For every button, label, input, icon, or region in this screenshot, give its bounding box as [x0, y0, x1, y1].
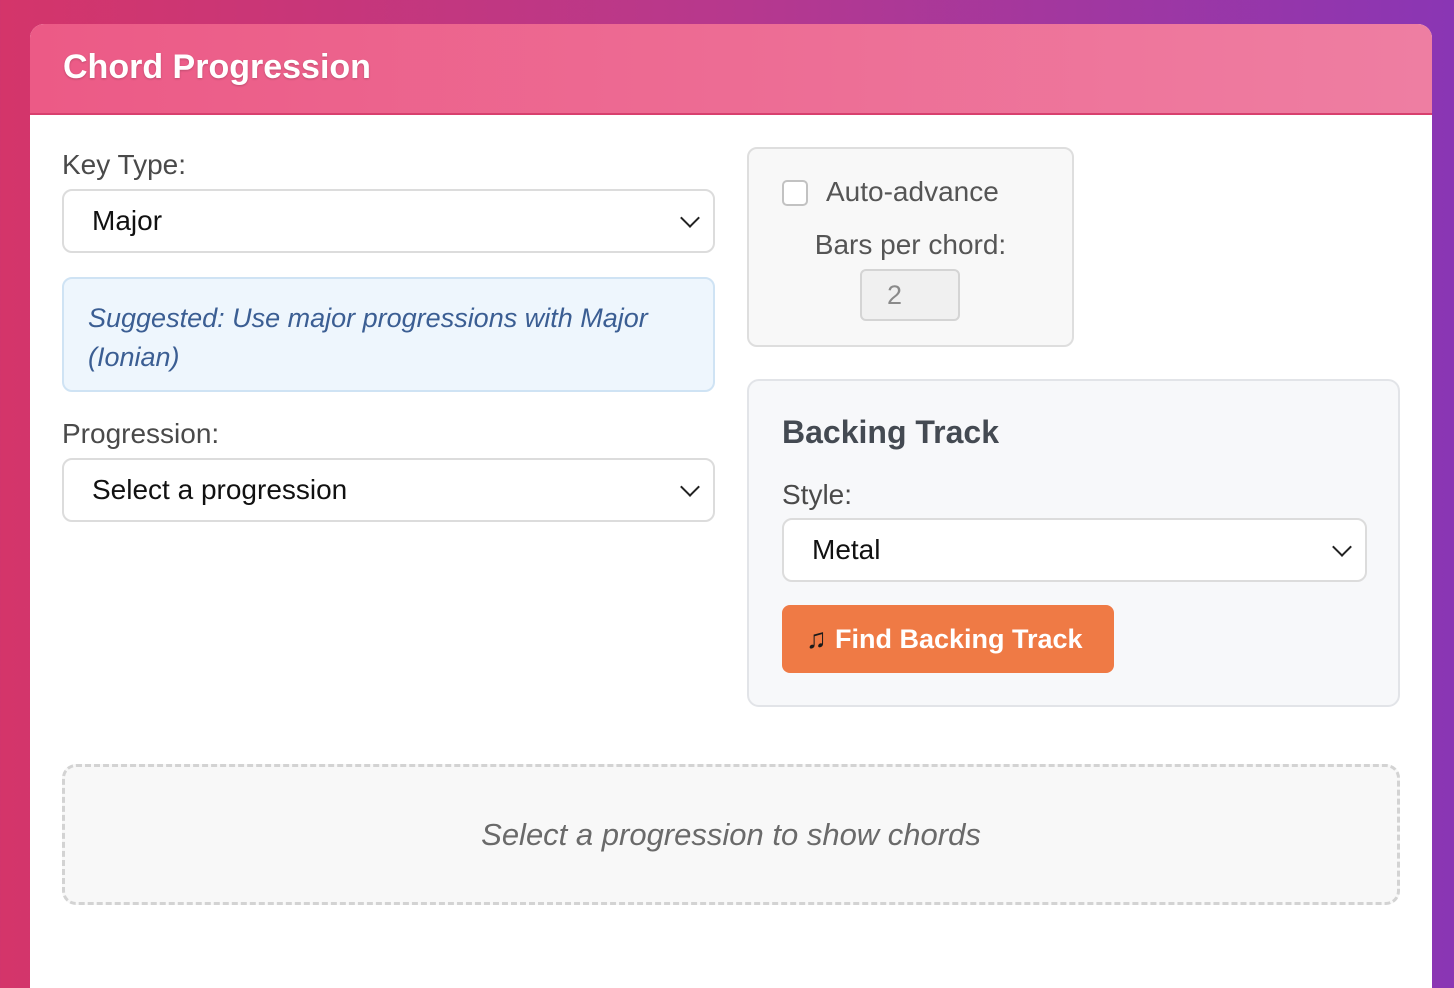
find-backing-track-button[interactable]: ♫ Find Backing Track: [782, 605, 1114, 673]
style-value: Metal: [812, 534, 881, 565]
chords-placeholder: Select a progression to show chords: [481, 816, 981, 852]
key-type-value: Major: [92, 205, 163, 236]
key-type-select[interactable]: Major: [62, 189, 715, 253]
style-label: Style:: [782, 479, 853, 510]
bars-per-chord-label: Bars per chord:: [814, 229, 1007, 260]
progression-value: Select a progression: [92, 474, 348, 505]
panel-header: Chord Progression: [30, 24, 1432, 115]
suggestion-hint: Suggested: Use major progressions with M…: [62, 277, 715, 392]
backing-track-title: Backing Track: [782, 414, 999, 450]
backing-track-box: Backing Track Style: Metal ♫ Find Backin…: [747, 379, 1400, 707]
chevron-down-icon: [680, 477, 700, 497]
chords-display: Select a progression to show chords: [62, 764, 1400, 905]
bars-per-chord-input[interactable]: 2: [860, 269, 960, 321]
music-note-icon: ♫: [806, 623, 827, 654]
key-type-label: Key Type:: [62, 149, 187, 180]
chord-progression-panel: Chord Progression Key Type: Major Sugges…: [30, 24, 1432, 988]
auto-advance-box: Auto-advance Bars per chord: 2: [747, 147, 1074, 347]
chevron-down-icon: [680, 208, 700, 228]
style-select[interactable]: Metal: [782, 518, 1367, 582]
auto-advance-checkbox[interactable]: [782, 180, 808, 206]
progression-label: Progression:: [62, 418, 220, 449]
chevron-down-icon: [1332, 537, 1352, 557]
auto-advance-label[interactable]: Auto-advance: [826, 176, 999, 208]
find-backing-track-label: Find Backing Track: [835, 623, 1083, 654]
progression-select[interactable]: Select a progression: [62, 458, 715, 522]
panel-title: Chord Progression: [63, 48, 371, 86]
